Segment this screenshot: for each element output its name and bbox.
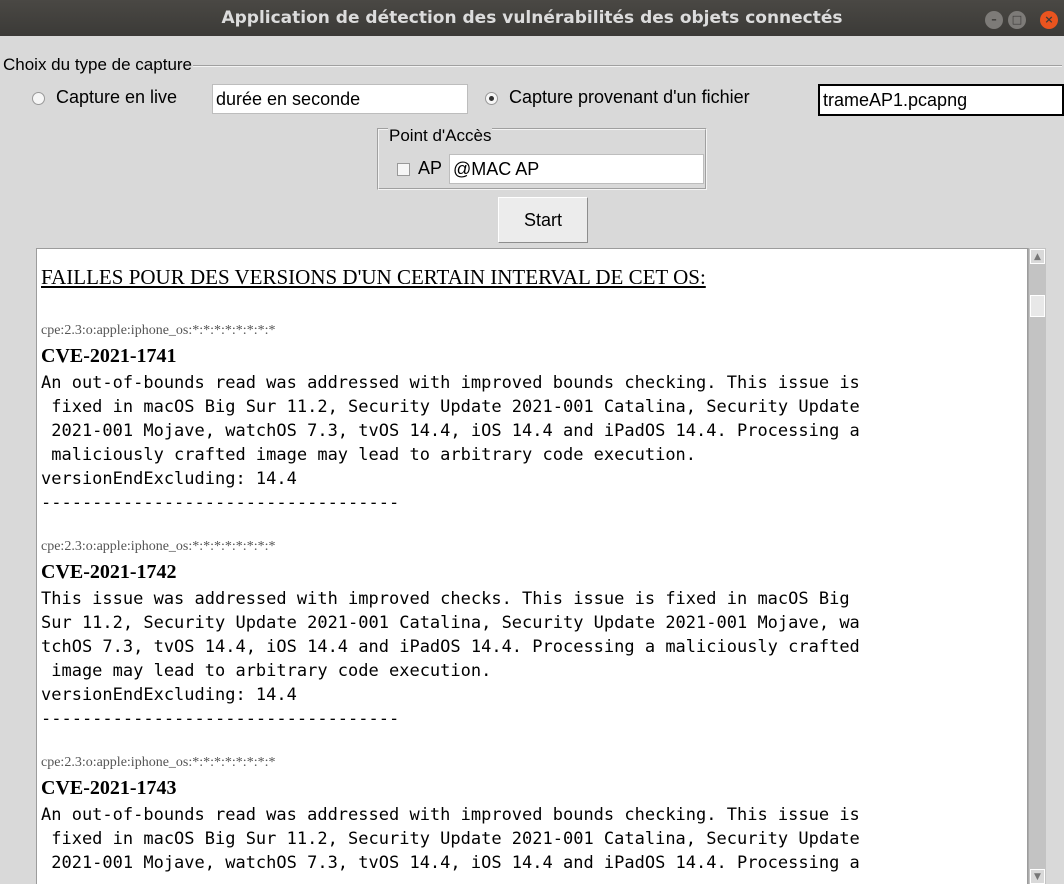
duration-input[interactable]: durée en seconde (212, 84, 468, 114)
cve-id: CVE-2021-1743 (41, 777, 177, 799)
mac-address-input[interactable]: @MAC AP (449, 154, 704, 184)
cve-description-line: fixed in macOS Big Sur 11.2, Security Up… (41, 829, 860, 849)
cve-description-line: maliciously crafted image may lead to ar… (41, 445, 697, 465)
cve-id: CVE-2021-1741 (41, 345, 177, 367)
cpe-line: cpe:2.3:o:apple:iphone_os:*:*:*:*:*:*:*:… (41, 323, 276, 338)
cve-description-line: image may lead to arbitrary code executi… (41, 661, 492, 681)
cve-description-line: This issue was addressed with improved c… (41, 589, 850, 609)
title-bar[interactable]: Application de détection des vulnérabili… (0, 0, 1064, 36)
results-heading: FAILLES POUR DES VERSIONS D'UN CERTAIN I… (41, 265, 706, 289)
close-button[interactable]: × (1040, 11, 1058, 29)
results-scrollbar[interactable]: ▲ ▼ (1028, 248, 1046, 884)
close-icon: × (1044, 13, 1054, 26)
scroll-up-arrow-icon[interactable]: ▲ (1030, 249, 1045, 264)
cpe-line: cpe:2.3:o:apple:iphone_os:*:*:*:*:*:*:*:… (41, 755, 276, 770)
maximize-icon: □ (1011, 13, 1023, 26)
cve-description-line: fixed in macOS Big Sur 11.2, Security Up… (41, 397, 860, 417)
file-path-input[interactable]: trameAP1.pcapng (818, 84, 1064, 116)
minimize-icon: – (991, 13, 997, 26)
ap-checkbox[interactable] (397, 163, 410, 176)
scrollbar-thumb[interactable] (1030, 295, 1045, 317)
live-capture-radio[interactable] (32, 92, 45, 105)
file-capture-radio[interactable] (485, 92, 498, 105)
results-text-area[interactable]: FAILLES POUR DES VERSIONS D'UN CERTAIN I… (36, 248, 1028, 884)
cve-id: CVE-2021-1742 (41, 561, 177, 583)
version-end-line: versionEndExcluding: 14.4 (41, 469, 297, 489)
cve-description-line: tchOS 7.3, tvOS 14.4, iOS 14.4 and iPadO… (41, 637, 860, 657)
capture-type-legend: Choix du type de capture (2, 55, 194, 75)
access-point-legend: Point d'Accès (388, 126, 493, 146)
cve-description-line: Sur 11.2, Security Update 2021-001 Catal… (41, 613, 860, 633)
maximize-button[interactable]: □ (1008, 11, 1026, 29)
window-title: Application de détection des vulnérabili… (221, 8, 843, 28)
ap-checkbox-label[interactable]: AP (418, 158, 442, 179)
cpe-line: cpe:2.3:o:apple:iphone_os:*:*:*:*:*:*:*:… (41, 539, 276, 554)
live-capture-label[interactable]: Capture en live (56, 87, 177, 108)
separator-line: ----------------------------------- (41, 709, 400, 729)
separator-line: ----------------------------------- (41, 493, 400, 513)
scroll-down-arrow-icon[interactable]: ▼ (1030, 869, 1045, 884)
start-button[interactable]: Start (498, 197, 588, 243)
file-capture-label[interactable]: Capture provenant d'un fichier (509, 87, 750, 108)
minimize-button[interactable]: – (985, 11, 1003, 29)
cve-description-line: An out-of-bounds read was addressed with… (41, 373, 860, 393)
cve-description-line: An out-of-bounds read was addressed with… (41, 805, 860, 825)
version-end-line: versionEndExcluding: 14.4 (41, 685, 297, 705)
cve-description-line: 2021-001 Mojave, watchOS 7.3, tvOS 14.4,… (41, 853, 860, 873)
cve-description-line: 2021-001 Mojave, watchOS 7.3, tvOS 14.4,… (41, 421, 860, 441)
